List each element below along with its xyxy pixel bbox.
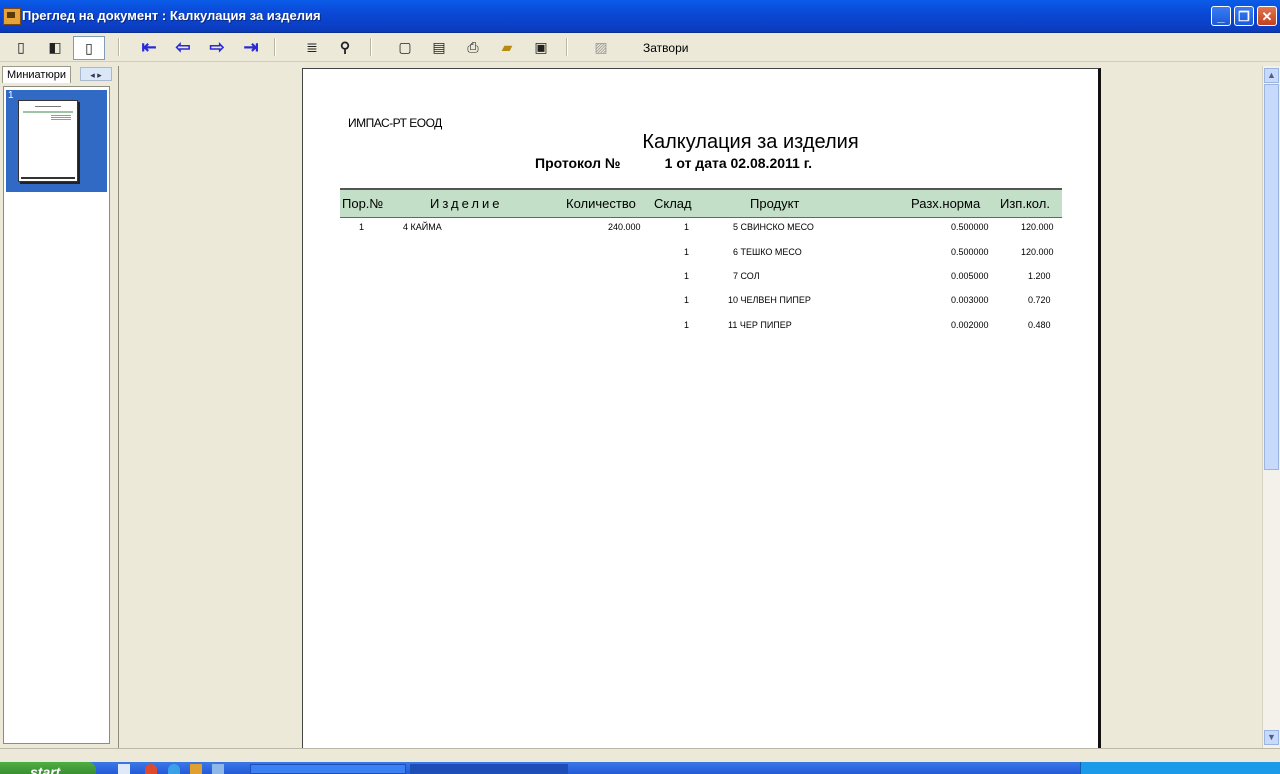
taskbar-item-active[interactable] xyxy=(410,764,568,774)
first-page-icon[interactable]: ⇤ xyxy=(138,36,160,58)
thumbnail-list: 1 xyxy=(3,86,110,744)
taskbar-item[interactable] xyxy=(250,764,406,774)
cell-used: 1.200 xyxy=(1028,271,1051,281)
thumbnail-page-1[interactable]: 1 xyxy=(6,90,107,192)
toolbar-separator xyxy=(118,38,120,56)
cell-used: 120.000 xyxy=(1021,222,1054,232)
cell-store: 1 xyxy=(684,247,690,257)
close-window-button[interactable]: ✕ xyxy=(1257,6,1277,26)
cell-product: 6 ТЕШКО МЕСО xyxy=(733,247,802,257)
vertical-scrollbar[interactable]: ▲ ▼ xyxy=(1262,66,1280,748)
open-icon[interactable]: ▰ xyxy=(497,36,517,58)
quick-launch-icon[interactable] xyxy=(190,764,202,774)
cell-item: 4 КАЙМА xyxy=(403,222,442,232)
toolbar-separator xyxy=(566,38,568,56)
cell-used: 120.000 xyxy=(1021,247,1054,257)
column-header-used: Изп.кол. xyxy=(1000,196,1050,211)
cell-no: 1 xyxy=(359,222,365,232)
cell-used: 0.720 xyxy=(1028,295,1051,305)
export-icon[interactable]: ▨ xyxy=(591,36,611,58)
restore-button[interactable]: ❐ xyxy=(1234,6,1254,26)
column-header-store: Склад xyxy=(654,196,692,211)
last-page-icon[interactable]: ⇥ xyxy=(240,36,262,58)
cell-product: 11 ЧЕР ПИПЕР xyxy=(728,320,792,330)
quick-launch-icon[interactable] xyxy=(118,764,130,774)
cell-store: 1 xyxy=(684,295,690,305)
quick-launch-icon[interactable] xyxy=(145,764,157,774)
window-title: Преглед на документ : Калкулация за изде… xyxy=(22,8,321,23)
taskbar: start xyxy=(0,762,1280,774)
report-title: Калкулация за изделия xyxy=(642,131,859,153)
quick-launch-icon[interactable] xyxy=(212,764,224,774)
toolbar: ▯ ◧ ▯ ⇤ ⇦ ⇨ ⇥ ≣ ⚲ ▢ ▤ ⎙ ▰ ▣ ▨ Затвори xyxy=(0,33,1280,62)
scroll-down-icon[interactable]: ▼ xyxy=(1264,730,1279,745)
two-page-icon[interactable]: ◧ xyxy=(44,36,66,58)
column-header-no: Пор.№ xyxy=(342,196,384,211)
toolbar-separator xyxy=(370,38,372,56)
column-header-product: Продукт xyxy=(750,196,800,211)
protocol-date: от дата 02.08.2011 г. xyxy=(676,155,813,171)
single-page-icon[interactable]: ▯ xyxy=(12,36,30,58)
quick-launch-icon[interactable] xyxy=(168,764,180,774)
column-header-item: Изделие xyxy=(430,196,503,211)
scrollbar-thumb[interactable] xyxy=(1264,84,1279,470)
cell-norm: 0.500000 xyxy=(951,247,989,257)
report-page: ИМПАС-РТ ЕООД Калкулация за изделия Прот… xyxy=(302,68,1101,748)
protocol-number: 1 xyxy=(664,155,673,171)
cell-product: 10 ЧЕЛВЕН ПИПЕР xyxy=(728,295,811,305)
save-icon[interactable]: ▣ xyxy=(531,36,551,58)
next-page-icon[interactable]: ⇨ xyxy=(206,36,228,58)
toolbar-separator xyxy=(274,38,276,56)
company-name: ИМПАС-РТ ЕООД xyxy=(348,116,442,130)
cell-norm: 0.005000 xyxy=(951,271,989,281)
preview-area: ИМПАС-РТ ЕООД Калкулация за изделия Прот… xyxy=(118,66,1262,748)
protocol-line: Протокол № 1 от дата 02.08.2011 г. xyxy=(535,155,812,171)
find-icon[interactable]: ⚲ xyxy=(335,36,355,58)
cell-norm: 0.002000 xyxy=(951,320,989,330)
print-setup-icon[interactable]: ▤ xyxy=(429,36,449,58)
thumbnail-image xyxy=(18,100,78,182)
status-bar xyxy=(0,748,1280,763)
tab-scroll-arrows[interactable]: ◂ ▸ xyxy=(80,67,112,81)
cell-product: 7 СОЛ xyxy=(733,271,760,281)
system-tray xyxy=(1080,762,1280,774)
page-setup-icon[interactable]: ▢ xyxy=(396,36,414,58)
cell-quantity: 240.000 xyxy=(608,222,641,232)
print-icon[interactable]: ⎙ xyxy=(463,36,483,58)
previous-page-icon[interactable]: ⇦ xyxy=(172,36,194,58)
cell-norm: 0.500000 xyxy=(951,222,989,232)
thumbnail-number: 1 xyxy=(8,90,14,101)
cell-norm: 0.003000 xyxy=(951,295,989,305)
close-preview-button[interactable]: Затвори xyxy=(643,41,688,55)
thumbnails-panel: Миниатюри ◂ ▸ 1 xyxy=(0,66,113,748)
cell-store: 1 xyxy=(684,320,690,330)
scroll-up-icon[interactable]: ▲ xyxy=(1264,68,1279,83)
table-header: Пор.№ Изделие Количество Склад Продукт Р… xyxy=(340,188,1062,218)
go-to-page-icon[interactable]: ≣ xyxy=(302,36,322,58)
column-header-quantity: Количество xyxy=(566,196,636,211)
cell-used: 0.480 xyxy=(1028,320,1051,330)
title-bar[interactable]: Преглед на документ : Калкулация за изде… xyxy=(0,0,1280,33)
start-button[interactable]: start xyxy=(0,762,96,774)
cell-store: 1 xyxy=(684,271,690,281)
protocol-label: Протокол № xyxy=(535,155,621,171)
column-header-norm: Разх.норма xyxy=(911,196,981,211)
app-icon xyxy=(3,8,21,25)
full-page-icon[interactable]: ▯ xyxy=(73,36,105,60)
cell-product: 5 СВИНСКО МЕСО xyxy=(733,222,814,232)
cell-store: 1 xyxy=(684,222,690,232)
tab-thumbnails[interactable]: Миниатюри xyxy=(2,66,71,83)
minimize-button[interactable]: _ xyxy=(1211,6,1231,26)
